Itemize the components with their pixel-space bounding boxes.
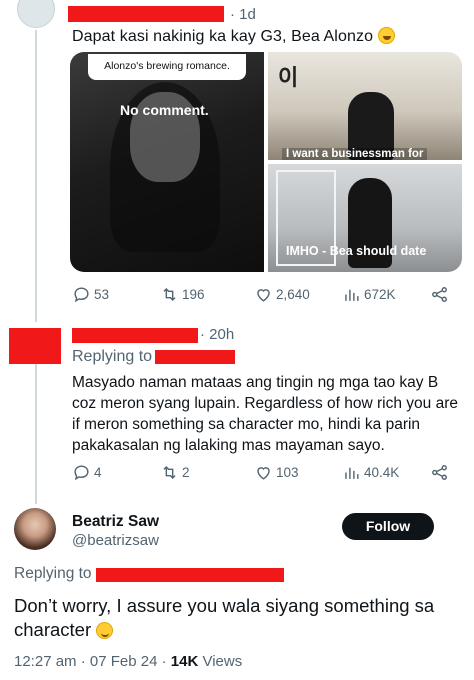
- retweet-button[interactable]: 2: [160, 463, 190, 482]
- replying-to: Replying to: [14, 565, 92, 583]
- replying-to: Replying to: [72, 348, 152, 366]
- media-card-text: Alonzo's brewing romance.: [88, 54, 246, 80]
- like-count: 103: [276, 465, 299, 480]
- author-name[interactable]: Beatriz Saw: [72, 513, 159, 531]
- avatar[interactable]: [14, 508, 56, 550]
- heart-icon: [257, 467, 270, 480]
- like-button[interactable]: 103: [254, 463, 299, 482]
- retweet-count: 2: [182, 465, 190, 480]
- store-sign: 이: [278, 65, 301, 90]
- tweet-text-body: Dapat kasi nakinig ka kay G3, Bea Alonzo: [72, 28, 374, 45]
- retweet-icon: [163, 287, 176, 302]
- author-handle[interactable]: @beatrizsaw: [72, 532, 159, 549]
- views-count: 672K: [364, 287, 396, 302]
- retweet-count: 196: [182, 287, 205, 302]
- views-count: 40.4K: [364, 465, 400, 480]
- tweet-meta: 12:27 am · 07 Feb 24 · 14K Views: [14, 653, 242, 670]
- grinning-emoji-icon: [377, 27, 395, 44]
- reply-icon: [74, 465, 89, 481]
- timestamp[interactable]: 12:27 am · 07 Feb 24 ·: [14, 653, 171, 670]
- share-icon: [432, 287, 447, 302]
- redacted-username: [68, 6, 224, 22]
- redacted-avatar[interactable]: [9, 328, 61, 364]
- winking-emoji-icon: [96, 622, 114, 639]
- bar-chart-icon: [345, 289, 359, 301]
- tweet-actions: 4 2 103 40.4K: [70, 463, 462, 485]
- media-image-bottom-right[interactable]: IMHO - Bea should date: [268, 164, 462, 272]
- follow-button[interactable]: Follow: [342, 513, 434, 540]
- replying-to-label: Replying to: [14, 565, 92, 582]
- media-caption: No comment.: [120, 102, 209, 118]
- avatar[interactable]: [17, 0, 55, 30]
- redacted-username: [72, 328, 198, 343]
- retweet-icon: [163, 465, 176, 480]
- media-image-left[interactable]: Alonzo's brewing romance. No comment.: [70, 52, 264, 272]
- tweet-time[interactable]: · 20h: [200, 326, 234, 343]
- replying-to-label: Replying to: [72, 348, 153, 365]
- tweet-text: Don’t worry, I assure you wala siyang so…: [14, 594, 464, 642]
- redacted-mention[interactable]: [155, 350, 235, 364]
- views-label: Views: [198, 653, 243, 670]
- reply-button[interactable]: 4: [72, 463, 102, 482]
- tweet-text: Dapat kasi nakinig ka kay G3, Bea Alonzo: [72, 27, 395, 46]
- media-image-top-right[interactable]: 이 I want a businessman for: [268, 52, 462, 160]
- reply-icon: [74, 287, 89, 303]
- bar-chart-icon: [345, 467, 359, 479]
- thread-line: [35, 30, 37, 322]
- reply-button[interactable]: 53: [72, 285, 109, 304]
- heart-icon: [257, 289, 270, 302]
- tweet-text: Masyado naman mataas ang tingin ng mga t…: [72, 374, 458, 454]
- share-icon: [432, 465, 447, 480]
- like-count: 2,640: [276, 287, 310, 302]
- media-caption: I want a businessman for: [282, 148, 428, 160]
- tweet-actions: 53 196 2,640 672K: [70, 285, 462, 307]
- thread-line: [35, 364, 37, 504]
- views-count: 14K: [170, 653, 199, 670]
- like-button[interactable]: 2,640: [254, 285, 310, 304]
- share-button[interactable]: [430, 463, 449, 482]
- media-caption: IMHO - Bea should date: [286, 244, 427, 258]
- share-button[interactable]: [430, 285, 449, 304]
- tweet-time[interactable]: · 1d: [230, 6, 256, 23]
- redacted-mention[interactable]: [96, 568, 284, 582]
- views-button[interactable]: 40.4K: [342, 463, 399, 482]
- retweet-button[interactable]: 196: [160, 285, 205, 304]
- tweet-text-body: Don’t worry, I assure you wala siyang so…: [14, 595, 435, 640]
- reply-count: 53: [94, 287, 110, 302]
- reply-count: 4: [94, 465, 102, 480]
- tweet-media[interactable]: Alonzo's brewing romance. No comment. 이 …: [70, 52, 462, 272]
- views-button[interactable]: 672K: [342, 285, 396, 304]
